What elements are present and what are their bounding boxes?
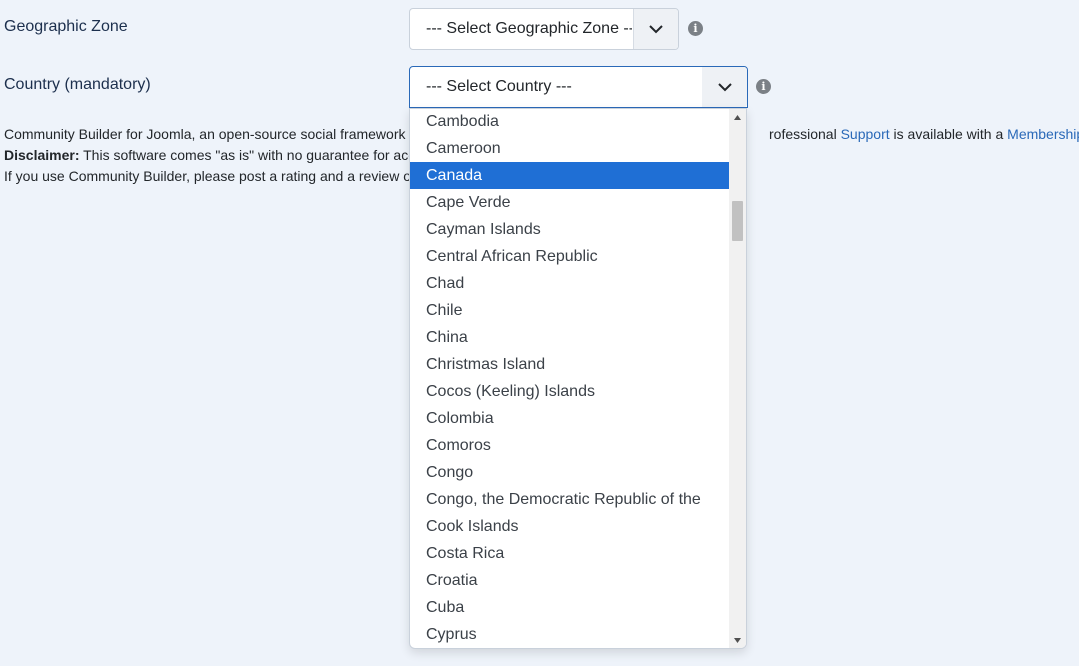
country-option[interactable]: Christmas Island	[410, 351, 730, 378]
country-option[interactable]: Colombia	[410, 405, 730, 432]
footer-available-text: is available with a	[893, 126, 1004, 142]
dropdown-scrollbar[interactable]	[729, 109, 746, 648]
country-info-icon[interactable]: i	[756, 79, 771, 94]
rating-review-text: If you use Community Builder, please pos…	[4, 168, 419, 184]
geo-zone-dropdown-toggle[interactable]	[633, 9, 678, 49]
geo-zone-info-icon[interactable]: i	[688, 21, 703, 36]
footer-intro-text: Community Builder for Joomla, an open-so…	[4, 126, 406, 142]
scroll-down-arrow[interactable]	[729, 633, 746, 647]
membership-link[interactable]: Membership	[1007, 126, 1079, 142]
country-label: Country (mandatory)	[4, 76, 151, 93]
country-option[interactable]: Central African Republic	[410, 243, 730, 270]
country-option[interactable]: Cuba	[410, 594, 730, 621]
footer-line-2: Disclaimer: This software comes "as is" …	[4, 147, 415, 163]
country-option[interactable]: Cambodia	[410, 109, 730, 135]
info-glyph: i	[761, 80, 766, 93]
country-option[interactable]: Cape Verde	[410, 189, 730, 216]
country-dropdown-list[interactable]: Cambodia Cameroon Canada Cape Verde Cayman I…	[409, 108, 747, 649]
country-option[interactable]: Chad	[410, 270, 730, 297]
country-option[interactable]: Congo, the Democratic Republic of the	[410, 486, 730, 513]
triangle-down-icon	[734, 637, 741, 643]
footer-line-3: If you use Community Builder, please pos…	[4, 168, 419, 184]
geo-zone-select-value: --- Select Geographic Zone ---	[426, 20, 632, 37]
country-option[interactable]: Cyprus	[410, 621, 730, 648]
disclaimer-label: Disclaimer:	[4, 147, 80, 163]
country-option[interactable]: Congo	[410, 459, 730, 486]
country-option[interactable]: China	[410, 324, 730, 351]
country-select-value: --- Select Country ---	[426, 78, 572, 95]
footer-line-1: Community Builder for Joomla, an open-so…	[4, 126, 406, 142]
footer-professional-text: rofessional	[769, 126, 837, 142]
country-option[interactable]: Cocos (Keeling) Islands	[410, 378, 730, 405]
country-option[interactable]: Cameroon	[410, 135, 730, 162]
country-option[interactable]: Canada	[410, 162, 730, 189]
country-select[interactable]: --- Select Country ---	[409, 66, 748, 108]
country-option[interactable]: Costa Rica	[410, 540, 730, 567]
country-option[interactable]: Croatia	[410, 567, 730, 594]
info-glyph: i	[693, 22, 698, 35]
country-option[interactable]: Cayman Islands	[410, 216, 730, 243]
country-dropdown-toggle[interactable]	[702, 67, 747, 107]
triangle-up-icon	[734, 114, 741, 120]
country-option[interactable]: Comoros	[410, 432, 730, 459]
scroll-thumb[interactable]	[732, 201, 743, 241]
disclaimer-text: This software comes "as is" with no guar…	[83, 147, 416, 163]
geo-zone-select[interactable]: --- Select Geographic Zone ---	[409, 8, 679, 50]
chevron-down-icon	[718, 82, 732, 91]
country-option[interactable]: Cook Islands	[410, 513, 730, 540]
footer-line-1-right: rofessional Support is available with a …	[769, 126, 1079, 142]
geo-zone-label: Geographic Zone	[4, 18, 128, 35]
country-options: Cambodia Cameroon Canada Cape Verde Cayman I…	[410, 109, 730, 648]
country-option[interactable]: Chile	[410, 297, 730, 324]
chevron-down-icon	[649, 24, 663, 33]
support-link[interactable]: Support	[841, 126, 890, 142]
scroll-up-arrow[interactable]	[729, 110, 746, 124]
